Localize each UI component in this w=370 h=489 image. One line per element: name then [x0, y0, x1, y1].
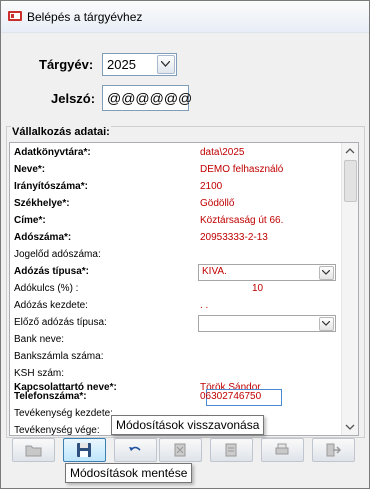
delete-icon — [174, 443, 186, 457]
list-item[interactable]: Jogelőd adószáma: — [10, 247, 340, 264]
field-label: Adózás kezdete: — [14, 300, 88, 311]
company-group-title: Vállalkozás adatai: — [11, 126, 111, 138]
field-value[interactable]: 10 — [252, 283, 263, 294]
list-item[interactable]: Előző adózás típusa: — [10, 315, 340, 332]
year-select[interactable]: 2025 — [102, 53, 177, 76]
field-label: Telefonszáma*: — [14, 391, 87, 402]
phone-value[interactable]: 06302746750 — [200, 391, 261, 402]
tax-type-dropdown-button[interactable] — [319, 266, 334, 280]
tax-type-select[interactable]: KIVA. — [198, 264, 336, 281]
chevron-down-icon — [345, 424, 355, 430]
list-item[interactable]: Kapcsolattartó neve*: Török Sándor — [10, 372, 340, 393]
floppy-disk-icon — [77, 443, 91, 457]
field-label: Adatkönyvtára*: — [14, 147, 91, 158]
list-item[interactable]: Neve*: DEMO felhasználó — [10, 162, 340, 179]
tax-type-value: KIVA. — [202, 266, 227, 277]
list-item[interactable]: Adatkönyvtára*: data\2025 — [10, 145, 340, 162]
chevron-down-icon — [322, 321, 330, 326]
app-icon — [8, 11, 22, 21]
delete-button[interactable] — [159, 438, 202, 462]
list-item[interactable]: Címe*: Köztársaság út 66. — [10, 213, 340, 230]
field-label: Bankszámla száma: — [14, 351, 104, 362]
field-value[interactable]: DEMO felhasználó — [200, 164, 283, 175]
field-label: Jogelőd adószáma: — [14, 249, 101, 260]
field-label: Neve*: — [14, 164, 46, 175]
title-bar: Belépés a tárgyévhez — [1, 1, 369, 33]
company-data-list: Adatkönyvtára*: data\2025 Neve*: DEMO felh… — [9, 142, 359, 436]
year-dropdown-button[interactable] — [157, 55, 175, 74]
field-value[interactable]: 20953333-2-13 — [200, 232, 268, 243]
field-label: Irányítószáma*: — [14, 181, 88, 192]
field-label: Bank neve: — [14, 334, 65, 345]
print-button[interactable] — [261, 438, 304, 462]
exit-icon — [326, 443, 341, 457]
field-value[interactable]: Köztársaság út 66. — [200, 215, 283, 226]
password-value: @@@@@@ — [107, 90, 193, 106]
password-label: Jelszó: — [51, 91, 96, 106]
password-field[interactable]: @@@@@@ — [102, 85, 193, 111]
save-tooltip: Módosítások mentése — [65, 463, 193, 483]
list-item[interactable]: Adózás típusa*: KIVA. — [10, 264, 340, 281]
edit-icon — [225, 443, 237, 457]
scroll-up-arrow[interactable] — [342, 143, 358, 159]
chevron-down-icon — [322, 270, 330, 275]
field-label: Adószáma*: — [14, 232, 72, 243]
field-value[interactable]: data\2025 — [200, 147, 245, 158]
undo-tooltip: Módosítások visszavonása — [111, 415, 265, 435]
save-button[interactable] — [63, 438, 106, 462]
year-value: 2025 — [107, 57, 136, 72]
field-value[interactable]: 2100 — [200, 181, 222, 192]
open-button[interactable] — [12, 438, 55, 462]
list-item[interactable]: Adószáma*: 20953333-2-13 — [10, 230, 340, 247]
list-item[interactable]: Székhelye*: Gödöllő — [10, 196, 340, 213]
vertical-scrollbar[interactable] — [341, 143, 358, 435]
field-label: Címe*: — [14, 215, 46, 226]
undo-icon — [129, 446, 141, 451]
list-item[interactable]: Adózás kezdete: . . — [10, 298, 340, 315]
field-value[interactable]: . . — [200, 300, 208, 311]
list-item[interactable]: Irányítószáma*: 2100 — [10, 179, 340, 196]
field-label: Adózás típusa*: — [14, 266, 90, 277]
chevron-down-icon — [161, 61, 170, 67]
previous-tax-type-dropdown-button[interactable] — [319, 317, 334, 331]
field-label: Tevékenység kezdete: — [14, 408, 113, 419]
printer-icon — [275, 443, 289, 455]
field-label: Tevékenység vége: — [14, 425, 100, 436]
previous-tax-type-select[interactable] — [198, 315, 336, 332]
undo-button[interactable] — [114, 438, 157, 462]
list-item[interactable]: Adókulcs (%) : 10 — [10, 281, 340, 298]
field-label: Előző adózás típusa: — [14, 317, 107, 328]
year-label: Tárgyév: — [39, 57, 94, 72]
login-window: Belépés a tárgyévhez Tárgyév: 2025 Jelsz… — [0, 0, 370, 489]
field-label: Székhelye*: — [14, 198, 70, 209]
edit-button[interactable] — [210, 438, 253, 462]
window-title: Belépés a tárgyévhez — [27, 10, 143, 24]
exit-button[interactable] — [312, 438, 355, 462]
scroll-thumb[interactable] — [344, 160, 357, 202]
folder-open-icon — [25, 445, 42, 457]
field-label: Adókulcs (%) : — [14, 283, 79, 294]
list-item[interactable]: Telefonszáma*: 06302746750 — [10, 389, 340, 406]
scroll-down-arrow[interactable] — [342, 419, 358, 435]
chevron-up-icon — [345, 148, 355, 154]
field-value[interactable]: Gödöllő — [200, 198, 234, 209]
list-item[interactable]: Bankszámla száma: — [10, 349, 340, 366]
list-item[interactable]: Bank neve: — [10, 332, 340, 349]
